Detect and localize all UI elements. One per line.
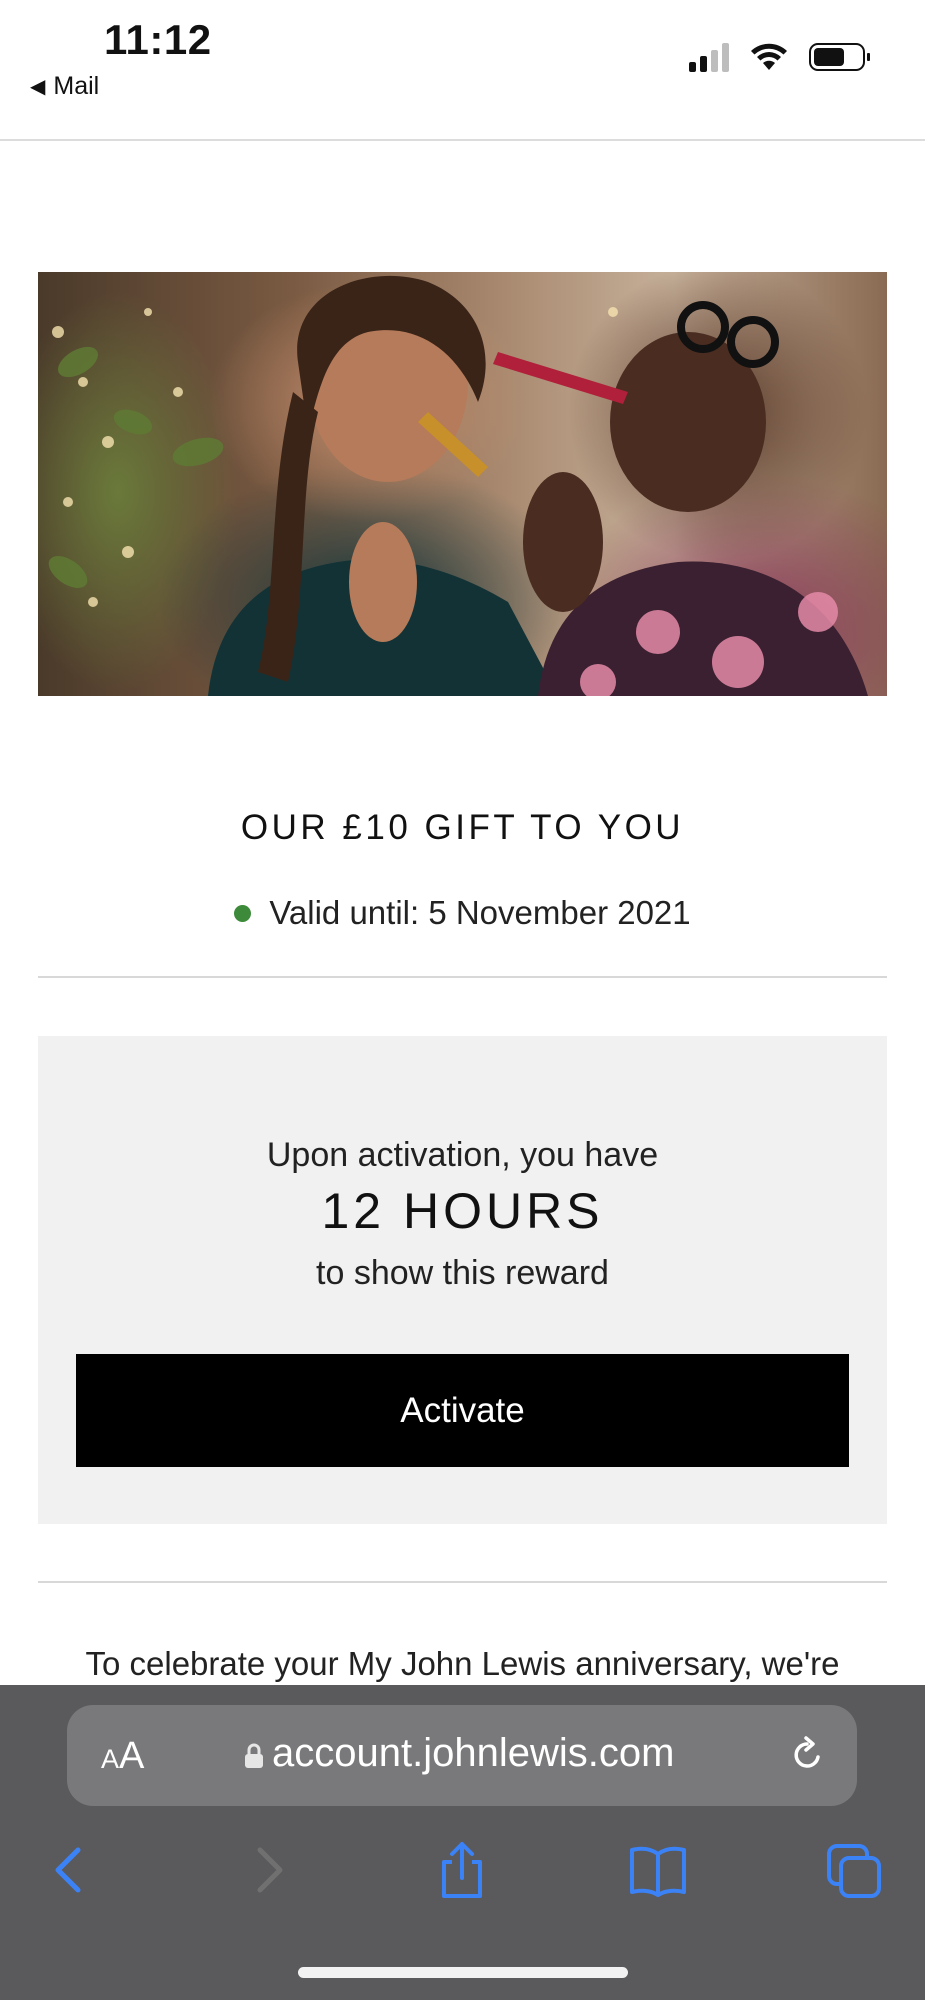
status-time: 11:12 [104,16,212,63]
bookmarks-icon[interactable] [628,1840,688,1900]
home-indicator [298,1967,628,1978]
top-divider [0,139,925,141]
activation-text: Upon activation, you have [266,1136,659,1174]
status-bar: 11:12 ◀ Mail [0,0,925,110]
valid-until-text: Valid until: 5 November 2021 [269,894,691,931]
activate-button[interactable]: Activate [76,1354,849,1467]
url-text: account.johnlewis.com [272,1731,675,1775]
anniversary-intro-text: To celebrate your My John Lewis annivers… [85,1645,840,1682]
cellular-signal-icon [689,42,729,72]
valid-until-row: Valid until: 5 November 2021 [0,894,925,932]
show-reward-text: to show this reward [316,1254,609,1292]
status-icons [689,42,870,72]
battery-icon [809,43,870,71]
address-bar[interactable]: AA account.johnlewis.com [67,1705,857,1806]
reload-icon[interactable] [787,1735,827,1775]
valid-status-dot-icon [234,904,252,922]
share-icon[interactable] [432,1840,492,1900]
wifi-icon [751,43,787,70]
text-size-button[interactable]: AA [101,1735,144,1778]
offer-title: OUR £10 GIFT TO YOU [240,808,685,847]
photo-two-women-party-blowers-icon [48,275,868,696]
lock-icon [245,1743,263,1768]
safari-toolbar: AA account.johnlewis.com [0,1685,925,2000]
back-arrow-icon[interactable] [40,1840,100,1900]
divider [38,976,887,978]
tabs-icon[interactable] [825,1840,885,1900]
reward-panel: Upon activation, you have 12 HOURS to sh… [38,1036,887,1524]
back-triangle-icon: ◀ [30,76,46,98]
divider [38,1581,887,1583]
forward-arrow-icon[interactable] [238,1840,298,1900]
back-to-mail-label: Mail [53,72,100,100]
hero-image [38,272,887,696]
reward-hours: 12 HOURS [321,1183,604,1239]
back-to-mail-link[interactable]: ◀ Mail [30,72,99,101]
